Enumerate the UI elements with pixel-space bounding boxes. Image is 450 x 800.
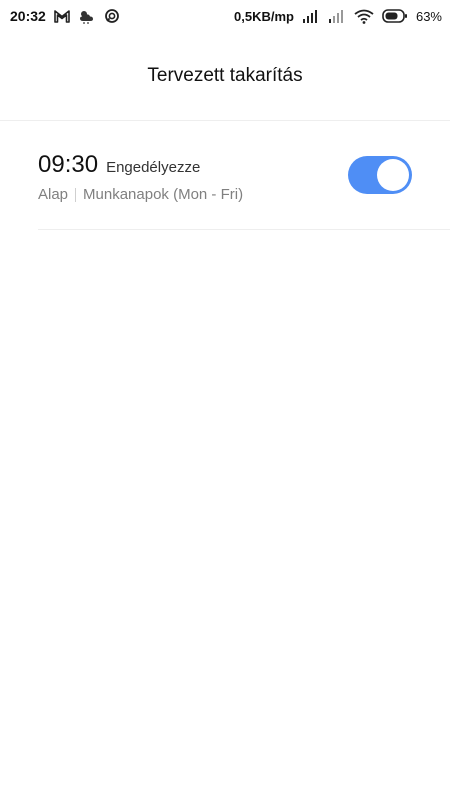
battery-icon [382, 9, 408, 23]
status-bar: 20:32 0,5KB/mp 63% [0, 0, 450, 32]
schedule-details: Alap Munkanapok (Mon - Fri) [38, 186, 243, 203]
toggle-knob [377, 159, 409, 191]
schedule-enable-toggle[interactable] [348, 156, 412, 194]
status-bar-left: 20:32 [10, 8, 120, 24]
wifi-icon [354, 9, 374, 24]
page-title: Tervezett takarítás [147, 65, 303, 86]
status-time: 20:32 [10, 8, 46, 24]
header: Tervezett takarítás [0, 32, 450, 121]
status-bar-right: 0,5KB/mp 63% [234, 9, 442, 24]
sync-icon [104, 8, 120, 24]
schedule-time-row: 09:30 Engedélyezze [38, 151, 200, 179]
signal-icon [302, 9, 320, 23]
separator [75, 187, 77, 202]
schedule-days: Munkanapok (Mon - Fri) [83, 186, 244, 203]
schedule-mode: Alap [38, 186, 69, 203]
battery-percent: 63% [415, 8, 442, 24]
weather-icon [78, 8, 96, 24]
schedule-item[interactable]: 09:30 Engedélyezze Alap Munkanapok (Mon … [38, 121, 450, 230]
schedule-time: 09:30 [38, 151, 99, 178]
schedule-status-label: Engedélyezze [106, 159, 201, 176]
gmail-icon [54, 9, 70, 23]
network-speed: 0,5KB/mp [234, 8, 294, 24]
signal-icon-2 [328, 9, 346, 23]
